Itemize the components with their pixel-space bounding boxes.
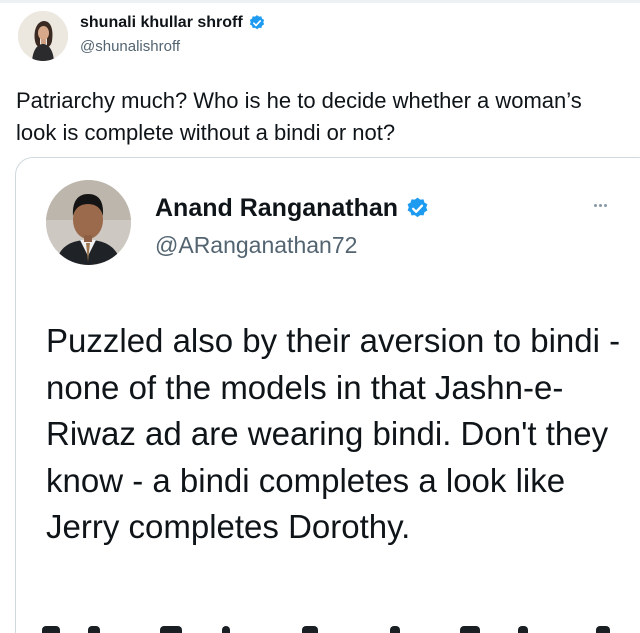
- quoted-handle[interactable]: @ARanganathan72: [155, 232, 357, 259]
- cropped-next-line: [40, 622, 620, 633]
- more-dot: [599, 204, 602, 207]
- quoted-avatar-image: [46, 180, 131, 265]
- outer-author-row: shunali khullar shroff: [80, 14, 266, 32]
- verified-badge-icon: [405, 196, 430, 221]
- quoted-author-row: Anand Ranganathan: [155, 194, 430, 223]
- tweet-screenshot: shunali khullar shroff @shunalishroff Pa…: [0, 0, 640, 633]
- outer-handle[interactable]: @shunalishroff: [80, 38, 180, 55]
- quoted-display-name[interactable]: Anand Ranganathan: [155, 194, 398, 223]
- outer-avatar[interactable]: [18, 11, 68, 61]
- more-options-icon[interactable]: [594, 204, 607, 207]
- quoted-tweet-text: Puzzled also by their aversion to bindi …: [46, 322, 621, 545]
- outer-tweet-text: Patriarchy much? Who is he to decide whe…: [16, 88, 582, 145]
- top-divider: [0, 0, 640, 3]
- more-dot: [594, 204, 597, 207]
- more-dot: [604, 204, 607, 207]
- verified-badge-icon: [248, 14, 266, 32]
- outer-display-name[interactable]: shunali khullar shroff: [80, 14, 243, 32]
- quoted-avatar[interactable]: [46, 180, 131, 265]
- outer-avatar-image: [18, 11, 68, 61]
